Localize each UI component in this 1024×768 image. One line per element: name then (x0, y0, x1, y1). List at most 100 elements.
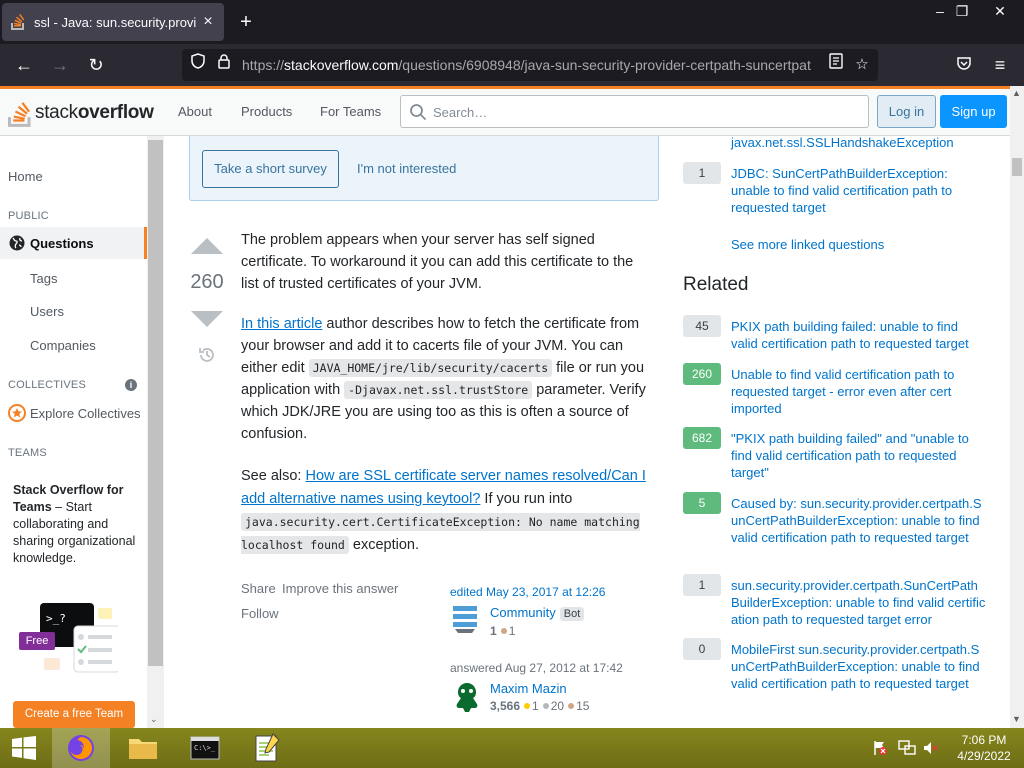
create-team-button[interactable]: Create a free Team (13, 701, 135, 728)
related-question-link[interactable]: MobileFirst sun.security.provider.certpa… (731, 641, 986, 692)
tab-title: ssl - Java: sun.security.provider.c (34, 14, 196, 30)
teams-promo-text: Stack Overflow for Teams – Start collabo… (13, 483, 136, 565)
terminal-icon: C:\>_ (190, 736, 220, 760)
sidebar-item-questions[interactable]: Questions (30, 236, 94, 251)
edited-timestamp[interactable]: edited May 23, 2017 at 12:26 (450, 585, 605, 599)
nav-products[interactable]: Products (241, 104, 292, 119)
downvote-arrow-icon[interactable] (191, 311, 223, 327)
windows-logo-icon (12, 736, 36, 760)
site-header: stackoverflow About Products For Teams S… (0, 86, 1010, 136)
bronze-badge-icon (568, 703, 575, 709)
sidebar-item-tags[interactable]: Tags (30, 271, 57, 286)
related-heading: Related (683, 274, 749, 295)
community-avatar-icon (453, 606, 477, 639)
editor-reputation: 11 (490, 624, 516, 638)
clock-time: 7:06 PM (961, 733, 1007, 747)
sidebar-item-home[interactable]: Home (8, 169, 43, 184)
page-scrollbar-thumb[interactable] (1012, 158, 1022, 176)
sidebar-heading-teams: TEAMS (8, 447, 47, 459)
folder-icon (129, 739, 157, 759)
start-button[interactable] (0, 728, 48, 768)
article-link[interactable]: In this article (241, 316, 322, 332)
inline-code: JAVA_HOME/jre/lib/security/cacerts (308, 359, 553, 377)
reader-view-icon[interactable] (824, 53, 848, 77)
close-window-icon[interactable]: ✕ (984, 0, 1016, 22)
related-score-badge: 45 (683, 315, 721, 337)
volume-muted-icon[interactable] (922, 740, 938, 756)
url-text[interactable]: https://stackoverflow.com/questions/6908… (242, 57, 818, 73)
back-icon[interactable]: ← (12, 53, 36, 77)
collectives-icon (8, 404, 26, 427)
sidebar-scrollbar-thumb[interactable] (148, 140, 163, 666)
inline-code: -Djavax.net.ssl.trustStore (344, 381, 533, 399)
linked-question-link[interactable]: javax.net.ssl.SSLHandshakeException (731, 134, 986, 151)
related-score-badge: 1 (683, 574, 721, 596)
related-question-link[interactable]: Caused by: sun.security.provider.certpat… (731, 495, 986, 546)
reload-icon[interactable]: ↻ (84, 53, 108, 77)
improve-answer-link[interactable]: Improve this answer (282, 581, 398, 596)
scroll-up-arrow-icon[interactable]: ▲ (1012, 88, 1021, 98)
firefox-taskbar-button[interactable] (52, 728, 110, 768)
bot-badge: Bot (559, 607, 585, 621)
nav-about[interactable]: About (178, 104, 212, 119)
search-input[interactable]: Search… (400, 95, 869, 128)
nav-for-teams[interactable]: For Teams (320, 104, 381, 119)
search-icon (410, 104, 427, 121)
answer-paragraph-2: In this article author describes how to … (241, 316, 646, 442)
linked-score-badge: 1 (683, 162, 721, 184)
file-explorer-taskbar-button[interactable] (114, 728, 172, 768)
pocket-icon[interactable] (952, 53, 976, 77)
stackoverflow-logo[interactable]: stackoverflow (8, 96, 154, 130)
restore-icon[interactable]: ❐ (946, 0, 978, 22)
sidebar-item-companies[interactable]: Companies (30, 338, 96, 353)
url-bar[interactable]: https://stackoverflow.com/questions/6908… (182, 49, 878, 81)
network-icon[interactable] (898, 740, 916, 756)
shield-icon[interactable] (186, 53, 210, 77)
cmd-taskbar-button[interactable]: C:\>_ (176, 728, 234, 768)
forward-icon[interactable]: → (48, 53, 72, 77)
answer-paragraph-1: The problem appears when your server has… (241, 232, 634, 292)
linked-question-link[interactable]: JDBC: SunCertPathBuilderException: unabl… (731, 165, 986, 216)
notepad-taskbar-button[interactable] (238, 728, 296, 768)
system-clock[interactable]: 7:06 PM 4/29/2022 (946, 732, 1022, 764)
related-score-badge: 682 (683, 427, 721, 449)
info-icon[interactable]: i (125, 379, 137, 391)
author-reputation: 3,566 1 20 15 (490, 699, 590, 713)
clock-date: 4/29/2022 (957, 749, 1011, 763)
sidebar-heading-public: PUBLIC (8, 210, 49, 222)
related-question-link[interactable]: Unable to find valid certification path … (731, 366, 986, 417)
take-survey-button[interactable]: Take a short survey (202, 150, 339, 188)
related-question-link[interactable]: "PKIX path building failed" and "unable … (731, 430, 986, 481)
author-name[interactable]: Maxim Mazin (490, 681, 567, 696)
search-placeholder: Search… (433, 105, 488, 120)
signup-button[interactable]: Sign up (940, 95, 1007, 128)
answered-timestamp: answered Aug 27, 2012 at 17:42 (450, 661, 623, 675)
related-question-link[interactable]: sun.security.provider.certpath.SunCertPa… (731, 577, 986, 628)
new-tab-icon[interactable]: + (234, 10, 258, 34)
menu-icon[interactable]: ≡ (988, 53, 1012, 77)
editor-name[interactable]: Community Bot (490, 605, 585, 621)
vote-count: 260 (190, 271, 224, 293)
notification-flag-icon[interactable] (872, 740, 888, 756)
close-tab-icon[interactable]: × (200, 13, 216, 31)
svg-text:C:\>_: C:\>_ (194, 744, 216, 752)
user-avatar[interactable] (453, 681, 481, 718)
login-button[interactable]: Log in (877, 95, 936, 128)
see-more-linked-link[interactable]: See more linked questions (731, 236, 986, 253)
browser-titlebar: ssl - Java: sun.security.provider.c × + … (0, 0, 1024, 44)
related-question-link[interactable]: PKIX path building failed: unable to fin… (731, 318, 986, 352)
lock-icon[interactable] (212, 53, 236, 77)
follow-link[interactable]: Follow (241, 606, 279, 621)
scroll-down-arrow-icon[interactable]: ⌄ (150, 714, 158, 725)
sidebar-item-explore-collectives[interactable]: Explore Collectives (30, 406, 141, 421)
browser-tab[interactable]: ssl - Java: sun.security.provider.c × (2, 3, 224, 41)
upvote-arrow-icon[interactable] (191, 238, 223, 254)
history-icon[interactable] (197, 345, 217, 370)
bookmark-star-icon[interactable]: ☆ (850, 53, 874, 77)
not-interested-link[interactable]: I'm not interested (357, 161, 456, 176)
page-scrollbar[interactable] (1010, 86, 1024, 728)
share-link[interactable]: Share (241, 581, 276, 596)
scroll-down-arrow-icon[interactable]: ▼ (1012, 714, 1021, 724)
related-score-badge: 260 (683, 363, 721, 385)
sidebar-item-users[interactable]: Users (30, 304, 64, 319)
